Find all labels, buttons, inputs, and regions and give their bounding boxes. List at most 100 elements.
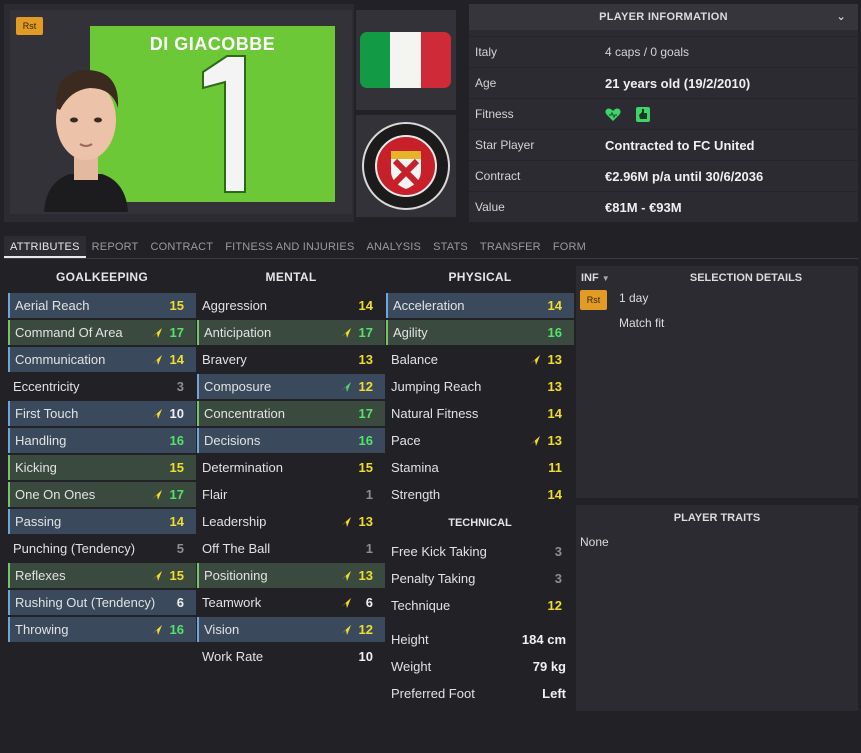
attribute-row[interactable]: Aggression 14	[197, 293, 385, 318]
tab-report[interactable]: REPORT	[86, 236, 145, 258]
attribute-name: Eccentricity	[13, 379, 80, 394]
attribute-name: Passing	[15, 514, 62, 529]
attribute-row[interactable]: Balance 13	[386, 347, 574, 372]
attribute-value: 16	[358, 433, 373, 448]
attribute-row[interactable]: Eccentricity 3	[8, 374, 196, 399]
selection-role-tag[interactable]: Rst	[580, 290, 607, 310]
attribute-value: 1	[365, 541, 373, 556]
trend-up-icon	[341, 571, 351, 581]
attribute-row[interactable]: Punching (Tendency) 5	[8, 536, 196, 561]
tab-attributes[interactable]: ATTRIBUTES	[4, 236, 86, 258]
attribute-value: 17	[358, 406, 373, 421]
attribute-value: 13	[358, 352, 373, 367]
bio-label: Weight	[391, 659, 432, 674]
attribute-value: 12	[358, 379, 373, 394]
attribute-row[interactable]: Command Of Area 17	[8, 320, 196, 345]
match-sharpness-icon[interactable]	[636, 107, 650, 122]
attribute-row[interactable]: Stamina 11	[386, 455, 574, 480]
selection-details-panel: INF ▼ SELECTION DETAILS Rst 1 day Match …	[576, 266, 858, 498]
tab-transfer[interactable]: TRANSFER	[474, 236, 547, 258]
attribute-row[interactable]: Penalty Taking 3	[386, 566, 574, 591]
trend-up-green-icon	[341, 382, 351, 392]
attribute-name: Flair	[202, 487, 228, 502]
attribute-row[interactable]: Concentration 17	[197, 401, 385, 426]
attribute-row[interactable]: Decisions 16	[197, 428, 385, 453]
info-label: Age	[475, 76, 497, 90]
attribute-value: 15	[169, 568, 184, 583]
attribute-row[interactable]: Determination 15	[197, 455, 385, 480]
attribute-row[interactable]: Anticipation 17	[197, 320, 385, 345]
attribute-name: Technique	[391, 598, 451, 613]
tab-fitness-and-injuries[interactable]: FITNESS AND INJURIES	[219, 236, 360, 258]
attribute-row[interactable]: Flair 1	[197, 482, 385, 507]
trend-up-icon	[341, 598, 351, 608]
tab-contract[interactable]: CONTRACT	[144, 236, 219, 258]
info-row-star-player: Star Player Contracted to FC United	[469, 129, 858, 160]
attribute-value: 13	[547, 433, 562, 448]
attribute-row[interactable]: Bravery 13	[197, 347, 385, 372]
attribute-row[interactable]: Positioning 13	[197, 563, 385, 588]
attribute-name: Communication	[15, 352, 106, 367]
tab-stats[interactable]: STATS	[427, 236, 474, 258]
attribute-name: Reflexes	[15, 568, 66, 583]
italy-flag-icon	[360, 32, 451, 88]
attribute-row[interactable]: Leadership 13	[197, 509, 385, 534]
info-value: €81M - €93M	[605, 200, 682, 215]
attribute-row[interactable]: Communication 14	[8, 347, 196, 372]
attribute-name: Kicking	[15, 460, 57, 475]
attribute-name: Acceleration	[393, 298, 465, 313]
attribute-value: 14	[358, 298, 373, 313]
attribute-value: 3	[554, 544, 562, 559]
attribute-name: First Touch	[15, 406, 79, 421]
attribute-name: Leadership	[202, 514, 267, 529]
player-information-panel: PLAYER INFORMATION ⌄ Italy 4 caps / 0 go…	[469, 4, 858, 222]
heart-icon[interactable]	[605, 108, 621, 122]
inf-dropdown[interactable]: INF ▼	[581, 272, 610, 284]
attribute-row[interactable]: Vision 12	[197, 617, 385, 642]
attribute-row[interactable]: Work Rate 10	[197, 644, 385, 669]
attribute-row[interactable]: Agility 16	[386, 320, 574, 345]
club-badge-box[interactable]	[356, 115, 456, 217]
attribute-row[interactable]: One On Ones 17	[8, 482, 196, 507]
attribute-row[interactable]: Teamwork 6	[197, 590, 385, 615]
attribute-row[interactable]: Off The Ball 1	[197, 536, 385, 561]
trend-up-icon	[152, 409, 162, 419]
attribute-row[interactable]: Composure 12	[197, 374, 385, 399]
inf-dropdown-label: INF	[581, 272, 599, 284]
role-tag[interactable]: Rst	[16, 17, 43, 35]
tab-analysis[interactable]: ANALYSIS	[361, 236, 428, 258]
attribute-row[interactable]: Natural Fitness 14	[386, 401, 574, 426]
trend-up-icon	[152, 571, 162, 581]
attribute-name: Throwing	[15, 622, 69, 637]
trend-up-icon	[152, 328, 162, 338]
attribute-name: Vision	[204, 622, 240, 637]
nation-flag-box[interactable]	[356, 10, 456, 110]
info-value: 21 years old (19/2/2010)	[605, 76, 751, 91]
attribute-row[interactable]: Pace 13	[386, 428, 574, 453]
attribute-row[interactable]: Reflexes 15	[8, 563, 196, 588]
attribute-name: Positioning	[204, 568, 268, 583]
physical-heading: PHYSICAL	[448, 270, 512, 284]
attribute-row[interactable]: Free Kick Taking 3	[386, 539, 574, 564]
caret-down-icon: ▼	[601, 274, 610, 283]
attribute-row[interactable]: Jumping Reach 13	[386, 374, 574, 399]
player-information-title: PLAYER INFORMATION	[599, 11, 728, 23]
attribute-row[interactable]: Throwing 16	[8, 617, 196, 642]
attribute-row[interactable]: Strength 14	[386, 482, 574, 507]
trend-up-icon	[530, 436, 540, 446]
player-information-header[interactable]: PLAYER INFORMATION ⌄	[469, 4, 858, 30]
attribute-name: Work Rate	[202, 649, 264, 664]
tab-form[interactable]: FORM	[547, 236, 592, 258]
chevron-down-icon[interactable]: ⌄	[836, 4, 846, 30]
attribute-value: 15	[169, 298, 184, 313]
attribute-row[interactable]: Kicking 15	[8, 455, 196, 480]
attribute-row[interactable]: Acceleration 14	[386, 293, 574, 318]
trend-up-icon	[152, 355, 162, 365]
attribute-row[interactable]: Rushing Out (Tendency) 6	[8, 590, 196, 615]
attribute-name: Balance	[391, 352, 438, 367]
attribute-row[interactable]: Technique 12	[386, 593, 574, 618]
attribute-row[interactable]: Handling 16	[8, 428, 196, 453]
attribute-row[interactable]: Aerial Reach 15	[8, 293, 196, 318]
attribute-row[interactable]: Passing 14	[8, 509, 196, 534]
attribute-row[interactable]: First Touch 10	[8, 401, 196, 426]
